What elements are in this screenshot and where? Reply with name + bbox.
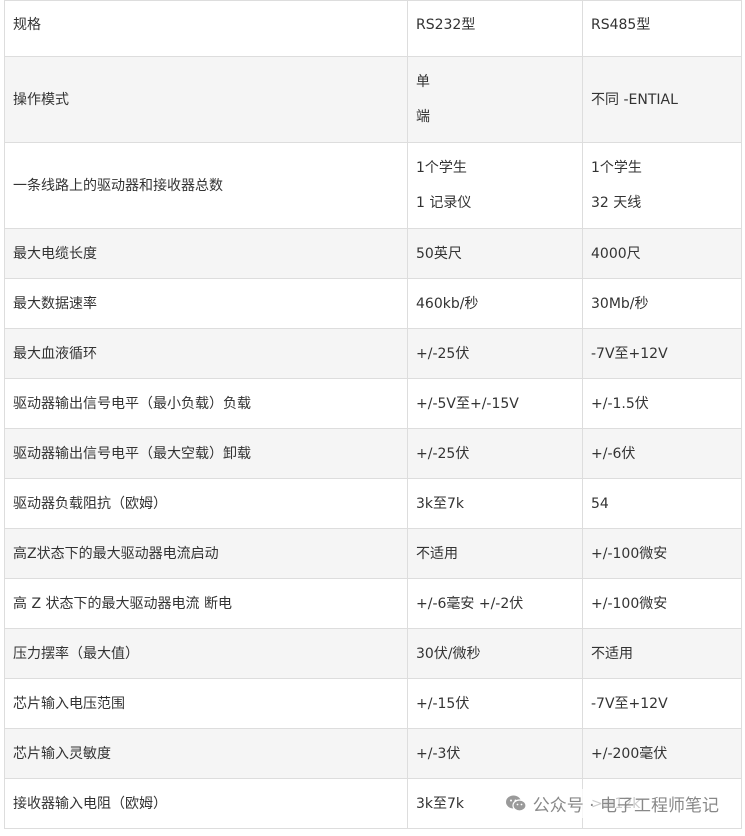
header-rs485: RS485型 bbox=[582, 0, 742, 57]
table-row: 最大数据速率 460kb/秒 30Mb/秒 bbox=[4, 278, 742, 329]
cell-rs232: +/-15伏 bbox=[407, 678, 583, 729]
cell-rs485: 4000尺 bbox=[582, 228, 742, 279]
cell-rs485: +/-100微安 bbox=[582, 578, 742, 629]
spec-table: 规格 RS232型 RS485型 操作模式单端不同 -ENTIAL 一条线路上的驱… bbox=[4, 0, 742, 829]
cell-rs232: +/-25伏 bbox=[407, 428, 583, 479]
cell-rs232-line: 1 记录仪 bbox=[416, 195, 472, 211]
cell-rs232: +/-25伏 bbox=[407, 328, 583, 379]
cell-rs485-line: 不同 -ENTIAL bbox=[591, 91, 678, 108]
cell-rs485: +/-6伏 bbox=[582, 428, 742, 479]
cell-rs232: 460kb/秒 bbox=[407, 278, 583, 329]
cell-rs232-line: +/-25伏 bbox=[416, 345, 470, 362]
watermark: 公众号 · 电子工程师笔记 bbox=[500, 789, 723, 818]
cell-rs485-line: 不适用 bbox=[591, 645, 633, 662]
table-header-row: 规格 RS232型 RS485型 bbox=[4, 0, 742, 57]
cell-rs232-line: +/-25伏 bbox=[416, 445, 470, 462]
table-row: 压力摆率（最大值） 30伏/微秒 不适用 bbox=[4, 628, 742, 679]
cell-rs232: 50英尺 bbox=[407, 228, 583, 279]
row-label: 接收器输入电阻（欧姆） bbox=[4, 778, 408, 829]
cell-rs485: -7V至+12V bbox=[582, 678, 742, 729]
wechat-icon bbox=[505, 794, 527, 813]
cell-rs232: 1个学生 1 记录仪 bbox=[407, 142, 583, 229]
cell-rs485: 不适用 bbox=[582, 628, 742, 679]
cell-rs485-line: -7V至+12V bbox=[591, 695, 668, 712]
table-row: 高 Z 状态下的最大驱动器电流 断电 +/-6毫安 +/-2伏 +/-100微安 bbox=[4, 578, 742, 629]
cell-rs485-line: -7V至+12V bbox=[591, 345, 668, 362]
cell-rs232-line: +/-3伏 bbox=[416, 745, 461, 762]
row-label: 高Z状态下的最大驱动器电流启动 bbox=[4, 528, 408, 579]
cell-rs232-line: 460kb/秒 bbox=[416, 295, 479, 312]
cell-rs485-line: +/-6伏 bbox=[591, 445, 636, 462]
cell-rs232: +/-5V至+/-15V bbox=[407, 378, 583, 429]
cell-rs232-line: 1个学生 bbox=[416, 160, 467, 176]
row-label: 驱动器负载阻抗（欧姆） bbox=[4, 478, 408, 529]
cell-rs232: 不适用 bbox=[407, 528, 583, 579]
table-row: 高Z状态下的最大驱动器电流启动 不适用 +/-100微安 bbox=[4, 528, 742, 579]
cell-rs232: 单端 bbox=[407, 56, 583, 143]
row-label: 驱动器输出信号电平（最大空载）卸载 bbox=[4, 428, 408, 479]
cell-rs232-line: 端 bbox=[416, 109, 430, 125]
table-row: 最大电缆长度 50英尺 4000尺 bbox=[4, 228, 742, 279]
cell-rs232-line: +/-6毫安 +/-2伏 bbox=[416, 595, 524, 612]
table-row: 芯片输入灵敏度 +/-3伏 +/-200毫伏 bbox=[4, 728, 742, 779]
cell-rs232-line: 不适用 bbox=[416, 545, 458, 562]
row-label: 操作模式 bbox=[4, 56, 408, 143]
cell-rs485-line: 30Mb/秒 bbox=[591, 295, 649, 312]
cell-rs485: 54 bbox=[582, 478, 742, 529]
cell-rs485-line: +/-200毫伏 bbox=[591, 745, 668, 762]
cell-rs232-line: +/-15伏 bbox=[416, 695, 470, 712]
cell-rs232-line: 30伏/微秒 bbox=[416, 645, 481, 662]
cell-rs232: 3k至7k bbox=[407, 478, 583, 529]
cell-rs485: +/-1.5伏 bbox=[582, 378, 742, 429]
cell-rs232-line: 单 bbox=[416, 74, 430, 90]
row-label: 高 Z 状态下的最大驱动器电流 断电 bbox=[4, 578, 408, 629]
header-spec: 规格 bbox=[4, 0, 408, 57]
cell-rs485-line: 54 bbox=[591, 495, 609, 512]
cell-rs232-line: +/-5V至+/-15V bbox=[416, 395, 519, 412]
cell-rs485-line: +/-100微安 bbox=[591, 545, 668, 562]
cell-rs485: -7V至+12V bbox=[582, 328, 742, 379]
table-row: 芯片输入电压范围 +/-15伏 -7V至+12V bbox=[4, 678, 742, 729]
cell-rs485-line: +/-100微安 bbox=[591, 595, 668, 612]
cell-rs485-line: 1个学生 bbox=[591, 160, 642, 176]
row-label: 最大血液循环 bbox=[4, 328, 408, 379]
table-row: 一条线路上的驱动器和接收器总数 1个学生 1 记录仪 1个学生 32 天线 bbox=[4, 142, 742, 229]
cell-rs485: +/-200毫伏 bbox=[582, 728, 742, 779]
row-label: 最大电缆长度 bbox=[4, 228, 408, 279]
cell-rs232: +/-3伏 bbox=[407, 728, 583, 779]
row-label: 压力摆率（最大值） bbox=[4, 628, 408, 679]
cell-rs485-line: 32 天线 bbox=[591, 195, 642, 211]
cell-rs485: +/-100微安 bbox=[582, 528, 742, 579]
row-label: 最大数据速率 bbox=[4, 278, 408, 329]
cell-rs232-line: 3k至7k bbox=[416, 495, 465, 512]
cell-rs232: 30伏/微秒 bbox=[407, 628, 583, 679]
table-row: 驱动器输出信号电平（最小负载）负载 +/-5V至+/-15V +/-1.5伏 bbox=[4, 378, 742, 429]
row-label: 一条线路上的驱动器和接收器总数 bbox=[4, 142, 408, 229]
cell-rs485: 30Mb/秒 bbox=[582, 278, 742, 329]
cell-rs232: +/-6毫安 +/-2伏 bbox=[407, 578, 583, 629]
header-rs232: RS232型 bbox=[407, 0, 583, 57]
row-label: 芯片输入电压范围 bbox=[4, 678, 408, 729]
cell-rs485: 不同 -ENTIAL bbox=[582, 56, 742, 143]
cell-rs232-line: 50英尺 bbox=[416, 245, 462, 262]
table-row: 最大血液循环 +/-25伏 -7V至+12V bbox=[4, 328, 742, 379]
cell-rs485: 1个学生 32 天线 bbox=[582, 142, 742, 229]
watermark-text: 公众号 · 电子工程师笔记 bbox=[532, 796, 719, 816]
table-row: 驱动器负载阻抗（欧姆） 3k至7k 54 bbox=[4, 478, 742, 529]
cell-rs485-line: +/-1.5伏 bbox=[591, 395, 649, 412]
table-row: 操作模式单端不同 -ENTIAL bbox=[4, 56, 742, 143]
spec-table-body: 规格 RS232型 RS485型 操作模式单端不同 -ENTIAL 一条线路上的驱… bbox=[4, 0, 742, 829]
cell-rs485-line: 4000尺 bbox=[591, 245, 641, 262]
row-label: 驱动器输出信号电平（最小负载）负载 bbox=[4, 378, 408, 429]
row-label: 芯片输入灵敏度 bbox=[4, 728, 408, 779]
table-row: 驱动器输出信号电平（最大空载）卸载 +/-25伏 +/-6伏 bbox=[4, 428, 742, 479]
